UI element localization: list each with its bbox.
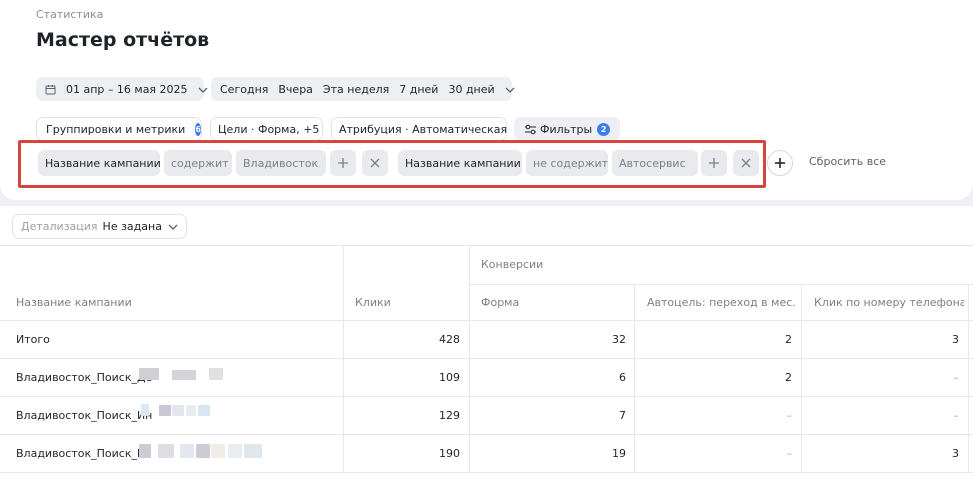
filter-2-value[interactable]: Автосервис <box>612 150 698 176</box>
filter-2-operator[interactable]: не содержит <box>526 150 608 176</box>
page-title: Мастер отчётов <box>36 29 210 51</box>
table-cell-form: 7 <box>619 409 626 422</box>
preset-today[interactable]: Сегодня <box>211 83 273 96</box>
column-header-phone-click[interactable]: Клик по номеру телефона <box>814 296 964 309</box>
filter-2-close-icon[interactable] <box>733 150 759 176</box>
table-cell-autogoal: – <box>786 447 793 460</box>
header-bottom-border <box>0 320 973 321</box>
row-border <box>0 472 973 473</box>
column-header-autogoal[interactable]: Автоцель: переход в мес... <box>647 296 797 309</box>
table-cell-clicks: 109 <box>439 371 460 384</box>
table-row-name[interactable]: Владивосток_Поиск_Ин <box>16 409 152 422</box>
plus-icon <box>775 158 785 168</box>
table-cell-form: 32 <box>612 333 626 346</box>
filter-1-operator[interactable]: содержит <box>164 150 232 176</box>
groupings-count-badge: 6 <box>195 122 201 136</box>
table-cell-phone: 3 <box>952 333 959 346</box>
chevron-down-icon <box>193 83 213 96</box>
conversions-group-header: Конверсии <box>481 258 544 271</box>
filter-1-close-icon[interactable] <box>362 150 388 176</box>
filters-button[interactable]: Фильтры 2 <box>514 117 620 141</box>
chevron-down-icon <box>168 220 178 233</box>
table-row-name: Итого <box>16 333 50 346</box>
preset-30-days[interactable]: 30 дней <box>443 83 499 96</box>
table-cell-clicks: 428 <box>439 333 460 346</box>
column-divider <box>634 284 635 472</box>
preset-this-week[interactable]: Эта неделя <box>318 83 394 96</box>
preset-yesterday[interactable]: Вчера <box>273 83 318 96</box>
table-cell-clicks: 190 <box>439 447 460 460</box>
column-divider <box>343 245 344 472</box>
table-row-name[interactable]: Владивосток_Поиск_М <box>16 447 146 460</box>
row-border <box>0 358 973 359</box>
column-divider <box>968 284 969 472</box>
table-cell-autogoal: 2 <box>785 371 792 384</box>
row-border <box>0 396 973 397</box>
groupings-metrics-button[interactable]: Группировки и метрики 6 <box>36 117 202 141</box>
reset-all-link[interactable]: Сбросить все <box>809 155 886 168</box>
filters-count-badge: 2 <box>597 122 611 136</box>
groupings-label: Группировки и метрики <box>46 122 186 136</box>
attribution-label: Атрибуция · Автоматическая <box>339 122 508 136</box>
column-divider <box>801 284 802 472</box>
detail-label: Детализация <box>21 220 98 233</box>
column-header-form[interactable]: Форма <box>481 296 519 309</box>
table-row-name[interactable]: Владивосток_Поиск_Де <box>16 371 152 384</box>
add-filter-button[interactable] <box>767 150 793 176</box>
filter-1-value[interactable]: Владивосток <box>236 150 326 176</box>
table-cell-phone: – <box>953 409 960 422</box>
detail-select[interactable]: Детализация Не задана <box>12 214 187 239</box>
group-header-border <box>470 284 973 285</box>
sliders-icon <box>519 123 540 136</box>
filter-2-field[interactable]: Название кампании <box>398 150 522 176</box>
filter-2-add-icon[interactable] <box>701 150 727 176</box>
date-range-picker[interactable]: 01 апр – 16 мая 2025 <box>36 77 208 101</box>
table-cell-form: 19 <box>612 447 626 460</box>
calendar-icon <box>36 83 61 96</box>
filters-label: Фильтры <box>540 122 593 136</box>
date-range-label: 01 апр – 16 мая 2025 <box>66 82 188 96</box>
column-divider <box>469 245 470 472</box>
table-cell-autogoal: 2 <box>785 333 792 346</box>
filter-1-field[interactable]: Название кампании <box>38 150 160 176</box>
table-cell-phone: 3 <box>952 447 959 460</box>
detail-value: Не задана <box>102 220 162 233</box>
breadcrumb[interactable]: Статистика <box>36 8 103 21</box>
table-top-border <box>0 245 973 246</box>
chevron-down-icon[interactable] <box>500 83 520 96</box>
attribution-button[interactable]: Атрибуция · Автоматическая <box>331 117 507 141</box>
goals-label: Цели · Форма, +5 <box>218 122 320 136</box>
table-cell-clicks: 129 <box>439 409 460 422</box>
table-cell-phone: – <box>953 371 960 384</box>
goals-button[interactable]: Цели · Форма, +5 <box>210 117 323 141</box>
table-cell-autogoal: – <box>786 409 793 422</box>
column-header-campaign[interactable]: Название кампании <box>16 296 132 309</box>
table-cell-form: 6 <box>619 371 626 384</box>
column-header-clicks[interactable]: Клики <box>355 296 391 309</box>
row-border <box>0 434 973 435</box>
date-presets: Сегодня Вчера Эта неделя 7 дней 30 дней <box>211 77 515 101</box>
filter-1-add-icon[interactable] <box>330 150 356 176</box>
preset-7-days[interactable]: 7 дней <box>394 83 443 96</box>
